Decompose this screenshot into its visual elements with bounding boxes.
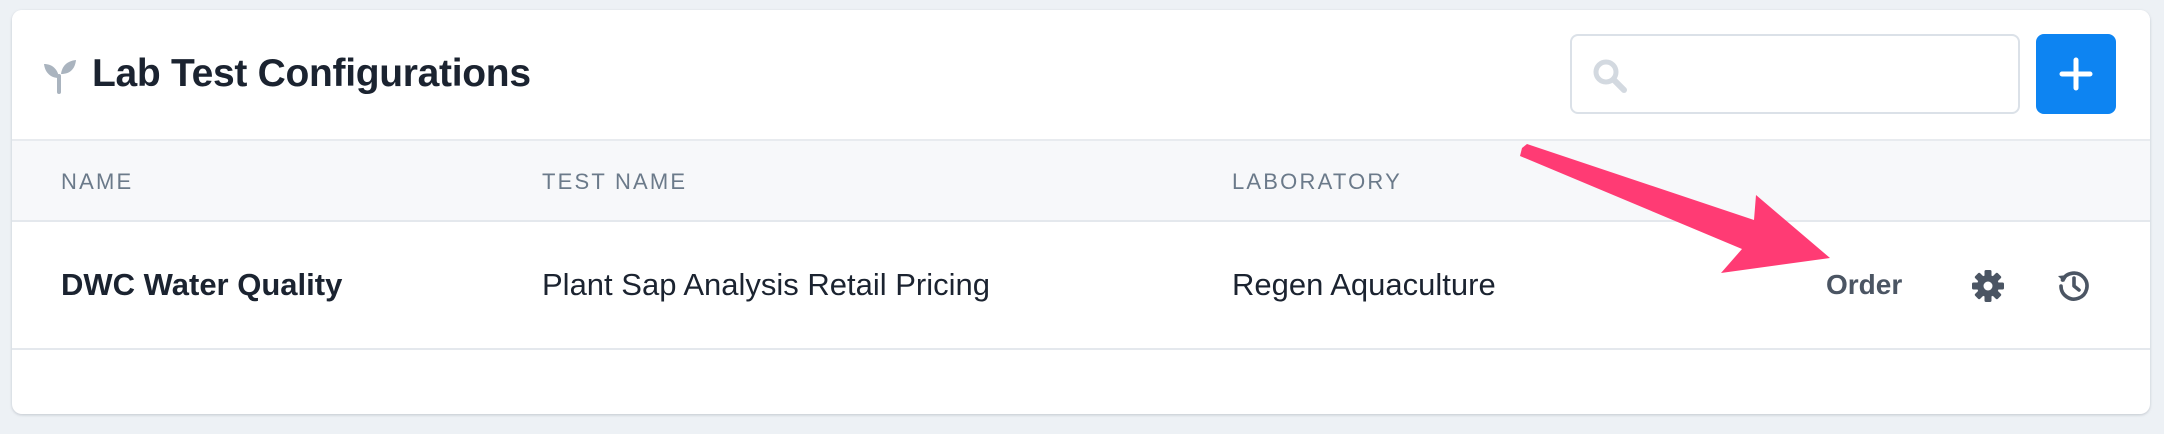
lab-test-configurations-card: Lab Test Configurations NAME TEST NAME L… <box>12 10 2150 414</box>
search-box[interactable] <box>1570 34 2020 114</box>
seedling-icon <box>44 60 76 94</box>
column-header-name[interactable]: NAME <box>61 169 133 195</box>
card-header: Lab Test Configurations <box>12 10 2150 139</box>
gear-icon[interactable] <box>1970 268 2006 304</box>
add-configuration-button[interactable] <box>2036 34 2116 114</box>
column-header-test-name[interactable]: TEST NAME <box>542 169 687 195</box>
table-row[interactable]: DWC Water Quality Plant Sap Analysis Ret… <box>12 222 2150 350</box>
history-icon[interactable] <box>2056 268 2092 304</box>
search-icon <box>1593 59 1627 93</box>
order-link[interactable]: Order <box>1826 269 1902 301</box>
row-laboratory: Regen Aquaculture <box>1232 267 1496 302</box>
row-test-name: Plant Sap Analysis Retail Pricing <box>542 267 991 302</box>
search-input[interactable] <box>1642 46 2002 102</box>
table-header: NAME TEST NAME LABORATORY <box>12 139 2150 222</box>
plus-icon <box>2059 57 2093 91</box>
page-title: Lab Test Configurations <box>92 52 531 95</box>
column-header-laboratory[interactable]: LABORATORY <box>1232 169 1402 195</box>
row-name: DWC Water Quality <box>61 267 343 302</box>
